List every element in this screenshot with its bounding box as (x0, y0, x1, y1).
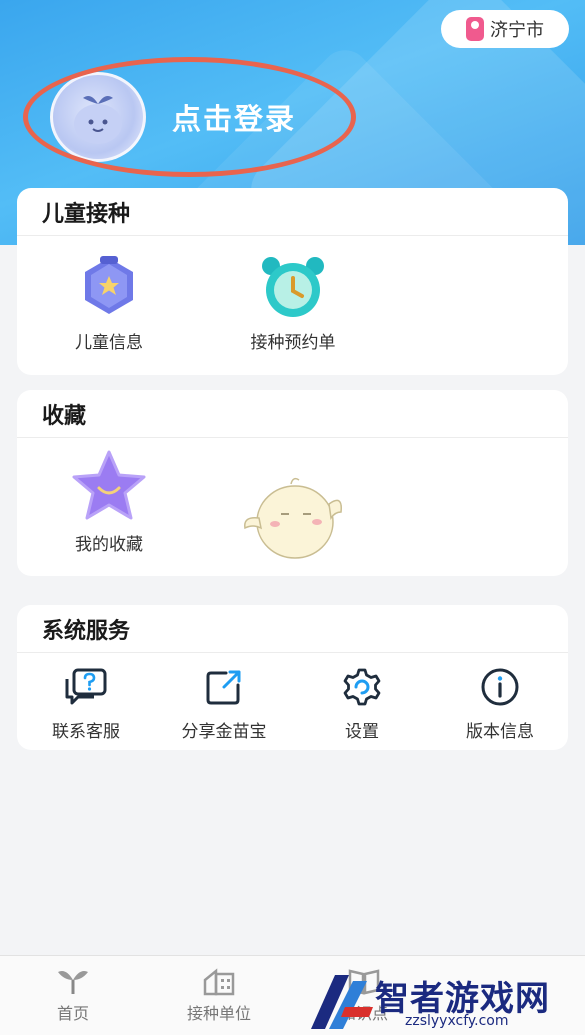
item-label: 儿童信息 (75, 333, 143, 353)
settings-item[interactable]: 设置 (293, 667, 431, 742)
customer-service-item[interactable]: 联系客服 (17, 667, 155, 742)
highlight-ring (23, 57, 356, 177)
item-label: 分享金苗宝 (181, 722, 267, 742)
card-title: 收藏 (17, 390, 568, 438)
city-label: 济宁市 (490, 20, 544, 41)
watermark-logo-icon (311, 975, 373, 1029)
version-info-item[interactable]: 版本信息 (431, 667, 569, 742)
watermark: 智者游戏网 zzslyyxcfy.com (305, 965, 585, 1035)
watermark-url: zzslyyxcfy.com (405, 1013, 509, 1029)
mascot-illustration (244, 477, 342, 559)
home-sprout-icon (58, 971, 88, 994)
card-title: 系统服务 (17, 605, 568, 653)
gear-icon (343, 668, 381, 706)
my-favorites-item[interactable]: 我的收藏 (39, 448, 179, 555)
customer-service-icon (65, 668, 107, 705)
tab-vaccination-units[interactable]: 接种单位 (159, 966, 279, 1024)
item-label: 联系客服 (52, 722, 120, 742)
item-label: 我的收藏 (75, 535, 143, 555)
tab-home[interactable]: 首页 (13, 966, 133, 1024)
item-label: 接种预约单 (250, 333, 336, 353)
appointment-item[interactable]: 接种预约单 (223, 254, 363, 353)
services-card: 系统服务 联系客服 分享金苗宝 设置 版本信息 (17, 605, 568, 750)
item-label: 版本信息 (466, 722, 534, 742)
tab-label: 首页 (56, 1004, 89, 1023)
location-pin-icon (466, 17, 484, 41)
city-selector-button[interactable]: 济宁市 (441, 10, 569, 48)
child-info-item[interactable]: 儿童信息 (39, 254, 179, 353)
item-label: 设置 (345, 722, 379, 742)
child-info-badge-icon (85, 256, 133, 314)
appointment-clock-icon (262, 257, 324, 317)
vaccination-card: 儿童接种 儿童信息 接种预约单 (17, 188, 568, 375)
tab-label: 接种单位 (186, 1004, 251, 1023)
share-icon (206, 670, 241, 705)
info-icon (481, 668, 519, 706)
building-icon (203, 968, 235, 996)
share-app-item[interactable]: 分享金苗宝 (155, 667, 293, 742)
card-title: 儿童接种 (17, 188, 568, 236)
favorites-card: 收藏 我的收藏 (17, 390, 568, 576)
star-icon (72, 450, 146, 520)
